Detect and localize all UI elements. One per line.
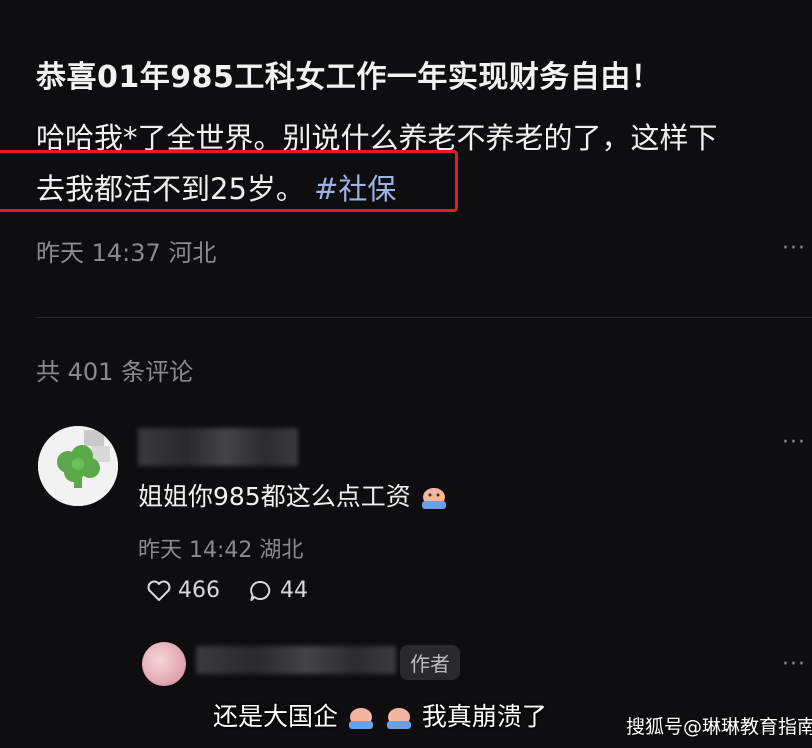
comment-meta: 昨天 14:42 湖北: [138, 538, 304, 563]
heart-icon: [147, 580, 171, 601]
divider: [36, 317, 812, 318]
post-title: 恭喜01年985工科女工作一年实现财务自由！: [36, 60, 662, 95]
comment-text: 姐姐你985都这么点工资: [138, 477, 449, 513]
reply-count: 44: [280, 578, 308, 603]
reply-more-icon[interactable]: ···: [782, 652, 806, 677]
reply-username-blurred[interactable]: [196, 646, 396, 674]
highlight-annotation-box: [0, 150, 458, 212]
video-subtitle: 还是大国企 我真崩溃了: [213, 697, 547, 733]
avatar[interactable]: [142, 642, 186, 686]
crying-emoji-icon: [348, 708, 373, 729]
post-meta: 昨天 14:37 河北: [36, 239, 217, 267]
crying-emoji-icon: [421, 488, 446, 509]
comment-more-icon[interactable]: ···: [782, 430, 806, 455]
comment-count: 共 401 条评论: [36, 358, 194, 386]
author-badge: 作者: [400, 645, 460, 680]
broccoli-avatar-icon: [38, 426, 118, 506]
subtitle-part1: 还是大国企: [213, 702, 339, 731]
post-more-icon[interactable]: ···: [782, 236, 806, 261]
crying-emoji-icon: [386, 708, 411, 729]
watermark: 搜狐号@琳琳教育指南: [626, 716, 812, 738]
avatar[interactable]: [38, 426, 118, 506]
comment-bubble-icon: [250, 580, 271, 601]
comment-text-content: 姐姐你985都这么点工资: [138, 482, 411, 511]
commenter-username-blurred[interactable]: [138, 428, 298, 466]
subtitle-part2: 我真崩溃了: [421, 702, 547, 731]
reply-button[interactable]: 44: [248, 578, 308, 603]
like-button[interactable]: 466: [146, 578, 220, 603]
like-count: 466: [178, 578, 220, 603]
